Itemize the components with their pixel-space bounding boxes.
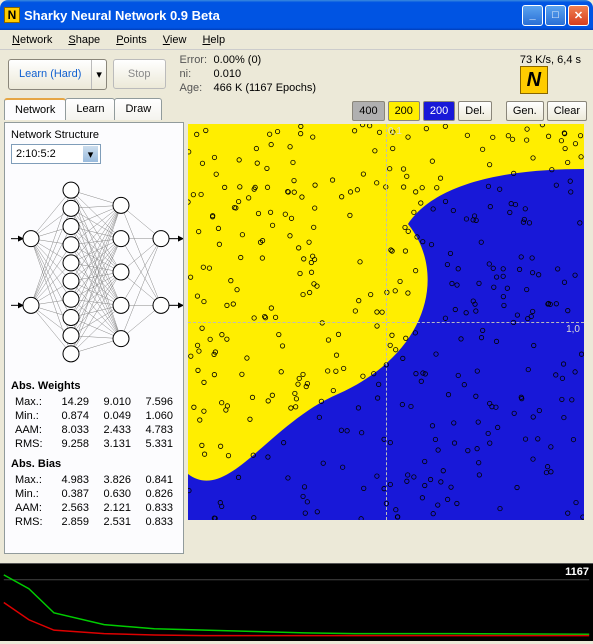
weights-table: Max.:14.299.0107.596Min.:0.8740.0491.060… <box>11 394 177 452</box>
axis-label-right: 1,0 <box>566 324 580 335</box>
tab-draw[interactable]: Draw <box>114 98 162 120</box>
bias-table: Max.:4.9833.8260.841Min.:0.3870.6300.826… <box>11 472 177 530</box>
structure-label: Network Structure <box>11 129 177 141</box>
delete-button[interactable]: Del. <box>458 101 492 121</box>
plot-toolbar: 400 200 200 Del. Gen. Clear <box>188 98 593 124</box>
learn-button[interactable]: Learn (Hard) <box>9 60 91 89</box>
toolbar: Learn (Hard) ▾ Stop Error:0.00% (0) ni:0… <box>0 50 593 98</box>
structure-select[interactable]: 2:10:5:2 ▾ <box>11 144 101 164</box>
menu-help[interactable]: Help <box>196 32 231 48</box>
axis-label-top: 0,1 <box>388 126 402 137</box>
menu-points[interactable]: Points <box>110 32 153 48</box>
menu-network[interactable]: Network <box>6 32 58 48</box>
network-panel: Network Structure 2:10:5:2 ▾ Abs. Weight… <box>4 122 184 554</box>
app-icon: N <box>4 7 20 23</box>
clear-button[interactable]: Clear <box>547 101 587 121</box>
learn-dropdown[interactable]: ▾ <box>91 60 106 89</box>
window-title: Sharky Neural Network 0.9 Beta <box>24 8 522 23</box>
maximize-button[interactable]: □ <box>545 5 566 26</box>
chevron-down-icon: ▾ <box>83 146 98 162</box>
minimize-button[interactable]: _ <box>522 5 543 26</box>
generate-button[interactable]: Gen. <box>506 101 544 121</box>
classification-plot[interactable]: 0,1 1,0 <box>188 124 584 520</box>
bias-title: Abs. Bias <box>11 458 177 470</box>
points-200-yellow-button[interactable]: 200 <box>388 101 420 121</box>
error-chart: 1167 <box>0 563 593 641</box>
menu-view[interactable]: View <box>157 32 193 48</box>
menubar: Network Shape Points View Help <box>0 30 593 50</box>
network-diagram <box>11 172 183 372</box>
y-axis <box>386 124 387 520</box>
weights-title: Abs. Weights <box>11 380 177 392</box>
points-200-blue-button[interactable]: 200 <box>423 101 455 121</box>
stop-button[interactable]: Stop <box>113 59 166 89</box>
tab-network[interactable]: Network <box>4 98 66 120</box>
close-button[interactable]: ✕ <box>568 5 589 26</box>
speed-readout: 73 K/s, 6,4 s <box>520 54 585 66</box>
points-400-button[interactable]: 400 <box>352 101 384 121</box>
training-stats: Error:0.00% (0) ni:0.010 Age:466 K (1167… <box>172 53 514 95</box>
epoch-count: 1167 <box>565 566 589 578</box>
menu-shape[interactable]: Shape <box>62 32 106 48</box>
titlebar[interactable]: N Sharky Neural Network 0.9 Beta _ □ ✕ <box>0 0 593 30</box>
left-tabs: Network Learn Draw <box>4 98 184 120</box>
tab-learn[interactable]: Learn <box>65 98 115 120</box>
logo-icon: N <box>520 66 548 94</box>
